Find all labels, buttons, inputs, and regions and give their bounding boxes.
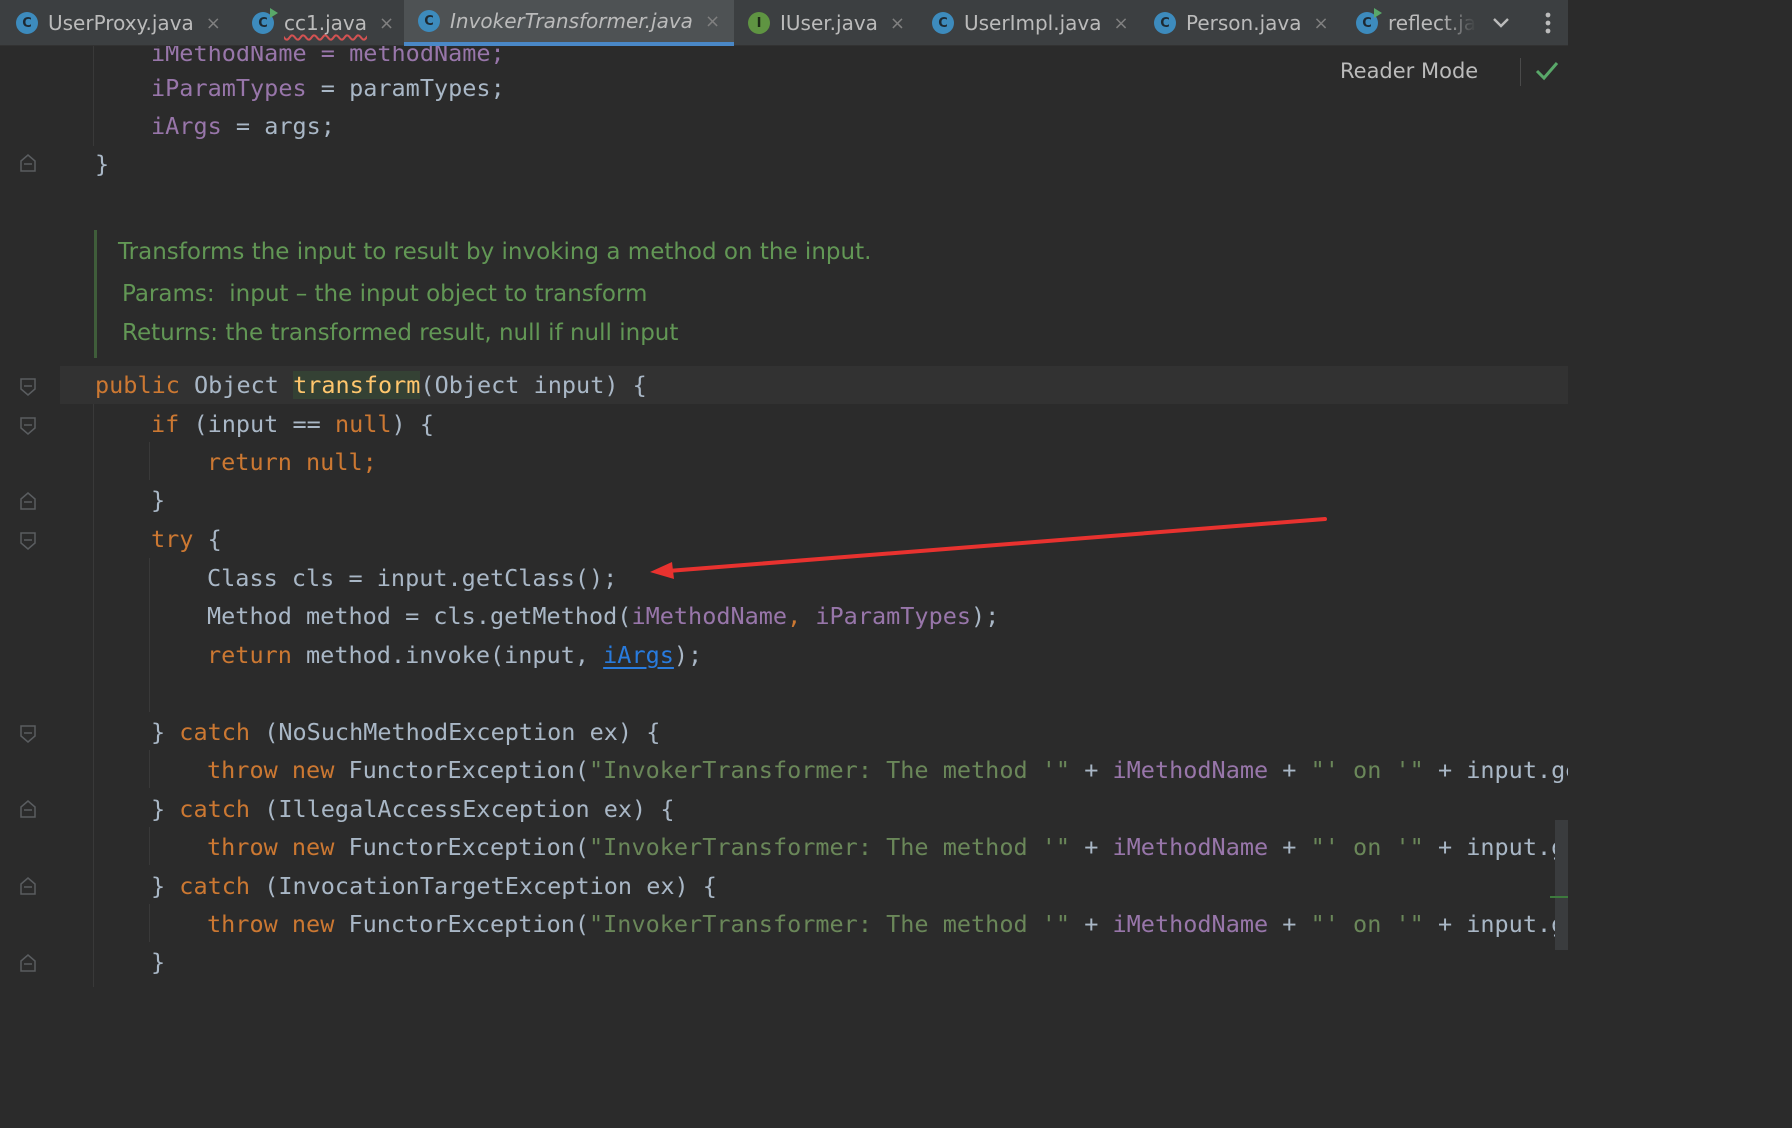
interface-icon: I xyxy=(748,12,770,34)
divider xyxy=(1520,58,1521,86)
check-icon[interactable] xyxy=(1535,58,1559,84)
doc-summary: Transforms the input to result by invoki… xyxy=(118,239,872,265)
close-icon[interactable]: × xyxy=(705,11,720,32)
tab-reflect[interactable]: C reflect.ja xyxy=(1356,0,1476,46)
tab-cc1[interactable]: C cc1.java × xyxy=(252,0,398,46)
code-line: return null; xyxy=(207,448,377,476)
more-vertical-icon xyxy=(1545,12,1551,34)
tab-label: cc1.java xyxy=(284,11,367,35)
close-icon[interactable]: × xyxy=(1113,13,1128,34)
code-line: } catch (InvocationTargetException ex) { xyxy=(151,872,717,900)
runnable-class-icon: C xyxy=(1356,8,1382,34)
tab-invokertransformer[interactable]: C InvokerTransformer.java × xyxy=(404,0,734,46)
tab-label: UserImpl.java xyxy=(964,11,1102,35)
close-icon[interactable]: × xyxy=(890,13,905,34)
tab-label: reflect.ja xyxy=(1388,11,1476,35)
code-line: } xyxy=(151,948,166,976)
code-line: iParamTypes = paramTypes; xyxy=(151,74,505,102)
iargs-link[interactable]: iArgs xyxy=(603,641,674,669)
class-icon: C xyxy=(932,12,954,34)
doc-comment-bar xyxy=(94,230,97,358)
code-editor[interactable]: iMethodName = methodName; iParamTypes = … xyxy=(0,46,1568,987)
tab-label: Person.java xyxy=(1186,11,1302,35)
method-signature: public Object transform(Object input) { xyxy=(95,371,647,399)
code-line: try { xyxy=(151,525,222,553)
tab-iuser[interactable]: I IUser.java × xyxy=(748,0,912,46)
tab-label: InvokerTransformer.java xyxy=(450,9,693,33)
code-line: } xyxy=(95,150,110,178)
tab-userimpl[interactable]: C UserImpl.java × xyxy=(932,0,1132,46)
close-icon[interactable]: × xyxy=(206,13,221,34)
tab-list-button[interactable] xyxy=(1486,0,1516,46)
code-line: Class cls = input.getClass(); xyxy=(207,564,618,592)
tab-label: UserProxy.java xyxy=(48,11,194,35)
code-line: throw new FunctorException("InvokerTrans… xyxy=(207,910,1568,938)
code-line: throw new FunctorException("InvokerTrans… xyxy=(207,833,1568,861)
code-line: } catch (IllegalAccessException ex) { xyxy=(151,795,675,823)
class-icon: C xyxy=(16,12,38,34)
more-options-button[interactable] xyxy=(1534,0,1562,46)
code-line: return method.invoke(input, iArgs); xyxy=(207,641,703,669)
method-name-highlight: transform xyxy=(293,371,421,399)
code-line: Method method = cls.getMethod(iMethodNam… xyxy=(207,602,1000,630)
code-line: } xyxy=(151,486,166,514)
code-line: iArgs = args; xyxy=(151,112,335,140)
code-line: if (input == null) { xyxy=(151,410,434,438)
scrollbar[interactable] xyxy=(1555,820,1568,950)
code-line: } catch (NoSuchMethodException ex) { xyxy=(151,718,661,746)
chevron-down-icon xyxy=(1493,18,1509,28)
class-icon: C xyxy=(1154,12,1176,34)
reader-mode-button[interactable]: Reader Mode xyxy=(1340,52,1478,90)
class-icon: C xyxy=(418,10,440,32)
tab-label: IUser.java xyxy=(780,11,878,35)
tab-person[interactable]: C Person.java × xyxy=(1154,0,1334,46)
scrollbar-marker xyxy=(1550,896,1568,898)
doc-params: Params: input – the input object to tran… xyxy=(122,281,648,307)
close-icon[interactable]: × xyxy=(1313,13,1328,34)
doc-returns: Returns: the transformed result, null if… xyxy=(122,320,679,346)
editor-tab-bar: C UserProxy.java × C cc1.java × C Invoke… xyxy=(0,0,1568,46)
runnable-class-icon: C xyxy=(252,8,278,34)
tab-userproxy[interactable]: C UserProxy.java × xyxy=(16,0,238,46)
close-icon[interactable]: × xyxy=(379,13,394,34)
code-line: throw new FunctorException("InvokerTrans… xyxy=(207,756,1568,784)
